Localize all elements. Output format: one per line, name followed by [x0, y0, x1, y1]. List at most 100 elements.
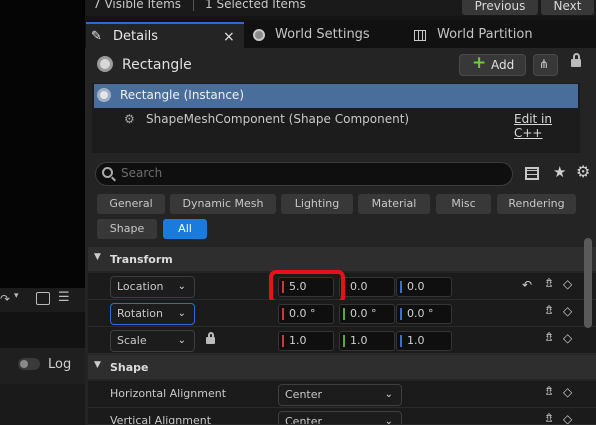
horizontal-alignment-dropdown[interactable]: Center ⌄ — [278, 384, 402, 406]
component-instance-label: Rectangle (Instance) — [120, 88, 244, 102]
scale-row: Scale ⌄ 1.0 1.0 1.0 ⇯ ◇ — [88, 327, 596, 354]
lock-icon[interactable] — [206, 337, 215, 344]
next-button[interactable]: Next — [541, 0, 594, 15]
horizontal-alignment-label: Horizontal Alignment — [110, 387, 227, 400]
transform-category-header[interactable]: ▼ Transform — [88, 247, 596, 271]
rotation-z-input[interactable]: 0.0 ° — [396, 304, 452, 324]
location-dropdown[interactable]: Location ⌄ — [110, 276, 195, 298]
chevron-down-icon: ⌄ — [177, 281, 186, 292]
rotation-label: Rotation — [117, 307, 164, 320]
scale-y-input[interactable]: 1.0 — [339, 331, 395, 351]
filter-rendering[interactable]: Rendering — [497, 194, 576, 214]
star-icon[interactable]: ★ — [553, 163, 566, 181]
location-y-input[interactable]: 0.0 — [339, 277, 395, 297]
pin-icon[interactable]: ⇯ — [544, 276, 554, 290]
vertical-alignment-dropdown[interactable]: Center ⌄ — [278, 411, 402, 425]
previous-button[interactable]: Previous — [462, 0, 538, 15]
rotation-dropdown[interactable]: Rotation ⌄ — [110, 303, 195, 325]
chevron-down-icon: ⌄ — [177, 308, 186, 319]
tree-overflow — [94, 147, 578, 152]
scale-dropdown[interactable]: Scale ⌄ — [110, 330, 195, 352]
shape-title: Shape — [110, 361, 149, 374]
pin-icon[interactable]: ⇯ — [544, 330, 554, 344]
chevron-down-icon[interactable]: ▾ — [14, 291, 19, 301]
search-placeholder: Search — [121, 166, 163, 180]
location-z-input[interactable]: 0.0 — [396, 277, 452, 297]
divider — [193, 0, 194, 11]
close-icon[interactable]: × — [223, 24, 235, 50]
shape-category-header[interactable]: ▼ Shape — [88, 355, 596, 379]
location-label: Location — [117, 280, 164, 293]
left-lower-panel — [0, 384, 85, 425]
component-child-row[interactable]: ⚙ ShapeMeshComponent (Shape Component) E… — [94, 109, 578, 140]
filter-misc[interactable]: Misc — [436, 194, 491, 214]
tab-details[interactable]: ✎ Details × — [86, 22, 244, 48]
details-scrollbar[interactable] — [584, 238, 592, 328]
vertical-alignment-value: Center — [285, 415, 323, 425]
rotation-y-input[interactable]: 0.0 ° — [339, 304, 395, 324]
grid-icon — [414, 30, 426, 41]
chevron-down-icon: ▼ — [94, 360, 101, 370]
hierarchy-icon: ⋔ — [539, 57, 550, 71]
chevron-down-icon: ⌄ — [384, 416, 393, 425]
actor-icon — [97, 88, 111, 102]
actor-title: Rectangle — [122, 57, 192, 73]
edit-in-cpp-link[interactable]: Edit in C++ — [514, 112, 578, 140]
tab-world-settings-label: World Settings — [275, 27, 370, 42]
chevron-down-icon: ▼ — [94, 252, 101, 262]
chevron-down-icon: ⌄ — [384, 389, 393, 400]
scale-x-input[interactable]: 1.0 — [278, 331, 334, 351]
filter-all[interactable]: All — [163, 219, 207, 239]
left-toolbar: ↷ ▾ ☰ — [0, 288, 85, 312]
pin-icon[interactable]: ⇯ — [544, 303, 554, 317]
pin-icon[interactable]: ⇯ — [544, 411, 554, 424]
lock-icon[interactable] — [571, 59, 581, 67]
scale-label: Scale — [117, 334, 147, 347]
filter-lighting[interactable]: Lighting — [281, 194, 353, 214]
tab-world-partition-label: World Partition — [437, 27, 533, 42]
selected-items-count: 1 Selected Items — [205, 0, 306, 11]
blueprint-button[interactable]: ⋔ — [533, 54, 558, 76]
log-row — [0, 348, 85, 384]
pencil-icon: ✎ — [91, 29, 102, 44]
tab-world-settings[interactable]: World Settings — [253, 22, 403, 48]
filter-general[interactable]: General — [97, 194, 165, 214]
diamond-icon[interactable]: ◇ — [563, 277, 572, 291]
plus-icon: + — [472, 53, 487, 73]
location-x-highlight — [269, 270, 345, 304]
diamond-icon[interactable]: ◇ — [563, 385, 572, 399]
horizontal-alignment-value: Center — [285, 388, 323, 401]
add-button-label: Add — [491, 58, 515, 72]
log-toggle[interactable] — [18, 358, 40, 370]
scale-z-input[interactable]: 1.0 — [396, 331, 452, 351]
diamond-icon[interactable]: ◇ — [563, 304, 572, 318]
log-label: Log — [48, 357, 72, 372]
rotation-x-input[interactable]: 0.0 ° — [278, 304, 334, 324]
pin-icon[interactable]: ⇯ — [544, 384, 554, 398]
component-child-label: ShapeMeshComponent (Shape Component) — [146, 112, 410, 126]
gear-icon[interactable]: ⚙ — [576, 162, 590, 181]
diamond-icon[interactable]: ◇ — [563, 331, 572, 345]
mesh-component-icon: ⚙ — [124, 112, 135, 126]
horizontal-alignment-row: Horizontal Alignment Center ⌄ ⇯ ◇ — [88, 381, 596, 408]
rotation-row: Rotation ⌄ 0.0 ° 0.0 ° 0.0 ° ⇯ ◇ — [88, 300, 596, 327]
search-input[interactable]: Search — [95, 162, 513, 186]
lock-shackle — [208, 332, 214, 338]
filter-list-icon[interactable]: ☰ — [58, 290, 70, 305]
image-icon[interactable] — [36, 292, 50, 305]
filter-material[interactable]: Material — [358, 194, 430, 214]
globe-icon — [253, 29, 265, 41]
diamond-icon[interactable]: ◇ — [563, 412, 572, 424]
tab-details-label: Details — [113, 29, 159, 44]
visible-items-count: 7 Visible Items — [93, 0, 182, 11]
table-view-icon[interactable] — [525, 167, 539, 180]
reset-icon[interactable]: ↶ — [522, 278, 532, 292]
filter-dynamic-mesh[interactable]: Dynamic Mesh — [170, 194, 276, 214]
search-icon-handle — [111, 176, 116, 182]
add-button[interactable]: + Add — [459, 53, 526, 76]
filter-shape[interactable]: Shape — [97, 219, 157, 239]
rotate-icon[interactable]: ↷ — [0, 292, 10, 306]
tab-world-partition[interactable]: World Partition — [414, 22, 584, 48]
left-strip — [0, 312, 85, 348]
component-instance-row[interactable]: Rectangle (Instance) — [94, 84, 578, 108]
